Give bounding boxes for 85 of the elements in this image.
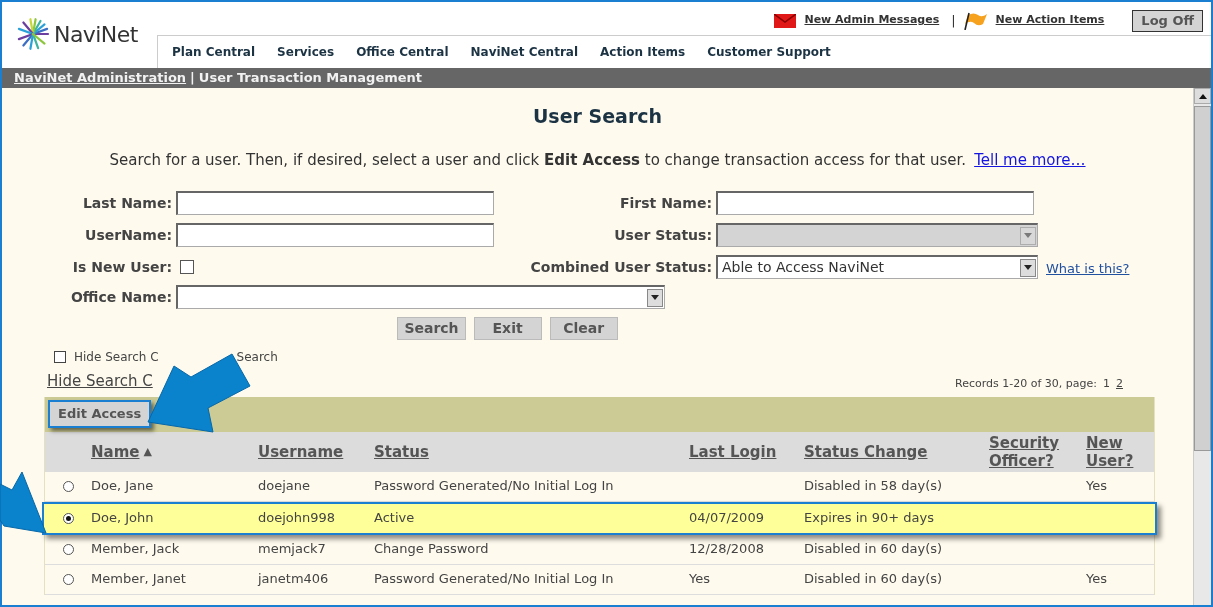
table-cell: Doe, John xyxy=(91,510,154,526)
table-cell: janetm406 xyxy=(258,571,329,587)
field-label: User Status: xyxy=(613,225,713,245)
table-cell: Expires in 90+ days xyxy=(804,510,934,526)
separator: | xyxy=(951,11,956,30)
logo-text: NaviNet xyxy=(54,20,138,49)
caret-icon xyxy=(647,288,663,307)
table-cell: Password Generated/No Initial Log In xyxy=(374,478,614,494)
table-cell: Member, Janet xyxy=(91,571,186,587)
dropdown[interactable] xyxy=(176,285,665,309)
records-count: Records 1-20 of 30, page: xyxy=(955,376,1097,392)
table-cell: memjack7 xyxy=(258,541,326,557)
intro-text: Search for a user. Then, if desired, select a user and click Edit Access to change transaction access for that user. xyxy=(109,149,967,171)
text-field[interactable] xyxy=(716,191,1034,215)
breadcrumb-link[interactable]: NaviNet Administration xyxy=(14,68,187,88)
table-cell: Disabled in 60 day(s) xyxy=(804,541,943,557)
nav-tab[interactable]: Office Central xyxy=(356,43,449,61)
text-field[interactable] xyxy=(176,223,494,247)
scroll-up-icon[interactable] xyxy=(1198,93,1207,99)
edit-access-button[interactable]: Edit Access xyxy=(48,400,152,428)
radio-button[interactable] xyxy=(62,543,74,555)
nav-tab[interactable]: Services xyxy=(277,43,335,61)
envelope-icon xyxy=(774,13,797,28)
field-label: Office Name: xyxy=(69,287,173,307)
page-link[interactable]: 1 xyxy=(1103,376,1110,393)
field-label: First Name: xyxy=(619,193,713,213)
column-header[interactable]: Username xyxy=(258,442,344,461)
separator: | xyxy=(190,69,195,88)
table-cell: Yes xyxy=(1086,478,1107,494)
sort-indicator: ▲ xyxy=(143,443,152,460)
column-header[interactable]: Status xyxy=(374,442,429,461)
flag-icon xyxy=(963,11,988,30)
top-link[interactable]: New Action Items xyxy=(995,12,1105,29)
field-label: Is New User: xyxy=(71,257,173,277)
caret-icon xyxy=(1020,258,1036,277)
field-label: Combined User Status: xyxy=(529,257,713,277)
checkbox-label: Search xyxy=(236,349,278,366)
form-button[interactable]: Search xyxy=(397,317,466,340)
text-field[interactable] xyxy=(176,191,494,215)
checkbox[interactable] xyxy=(180,260,194,274)
scrollbar-thumb[interactable] xyxy=(1194,106,1211,451)
table-cell: doejohn998 xyxy=(258,510,336,526)
table-cell: Yes xyxy=(689,571,710,587)
field-label: UserName: xyxy=(84,225,173,245)
page-link[interactable]: 2 xyxy=(1116,376,1123,393)
table-row[interactable]: Doe, John doejohn998 Active 04/07/2009 Expires in 90+ days xyxy=(42,501,1157,535)
nav-tab[interactable]: Customer Support xyxy=(707,43,831,61)
caret-icon xyxy=(1020,226,1036,245)
table-cell: Disabled in 60 day(s) xyxy=(804,571,943,587)
logo-icon xyxy=(16,17,50,51)
dropdown[interactable]: Able to Access NaviNet xyxy=(716,255,1038,279)
log-off-button[interactable]: Log Off xyxy=(1132,9,1203,32)
nav-tab[interactable]: Plan Central xyxy=(172,43,256,61)
column-header[interactable]: Last Login xyxy=(689,442,777,461)
checkbox-label: Hide Search C xyxy=(74,349,159,366)
field-label: Last Name: xyxy=(81,193,173,213)
form-button[interactable]: Exit xyxy=(473,317,542,340)
breadcrumb-current: User Transaction Management xyxy=(198,69,423,88)
column-header[interactable]: Name xyxy=(91,442,140,461)
arrow xyxy=(0,471,47,534)
table-cell: Password Generated/No Initial Log In xyxy=(374,571,614,587)
column-header[interactable]: Status Change xyxy=(804,442,928,461)
table-cell: Active xyxy=(374,510,415,526)
page-title: User Search xyxy=(531,104,664,129)
radio-button[interactable] xyxy=(62,512,74,524)
form-button[interactable]: Clear xyxy=(549,317,618,340)
help-link[interactable]: Tell me more… xyxy=(974,148,1086,171)
column-header[interactable]: Security Officer? xyxy=(989,433,1086,470)
table-cell: Change Password xyxy=(374,541,489,557)
table-cell: Member, Jack xyxy=(91,541,180,557)
nav-tab[interactable]: Action Items xyxy=(600,43,686,61)
table-cell: Doe, Jane xyxy=(91,478,154,494)
top-link[interactable]: New Admin Messages xyxy=(804,12,940,29)
table-cell: doejane xyxy=(258,478,311,494)
table-cell: 04/07/2009 xyxy=(689,510,764,526)
table-cell: Disabled in 58 day(s) xyxy=(804,478,943,494)
checkbox[interactable] xyxy=(54,351,66,363)
column-header[interactable]: New User? xyxy=(1086,433,1154,470)
nav-tab[interactable]: NaviNet Central xyxy=(470,43,579,61)
table-cell: 12/28/2008 xyxy=(689,541,764,557)
radio-button[interactable] xyxy=(62,573,74,585)
table-cell: Yes xyxy=(1086,571,1107,587)
hide-criteria-link[interactable]: Hide Search C xyxy=(47,370,153,393)
radio-button[interactable] xyxy=(62,480,74,492)
help-link[interactable]: What is this? xyxy=(1046,259,1130,279)
